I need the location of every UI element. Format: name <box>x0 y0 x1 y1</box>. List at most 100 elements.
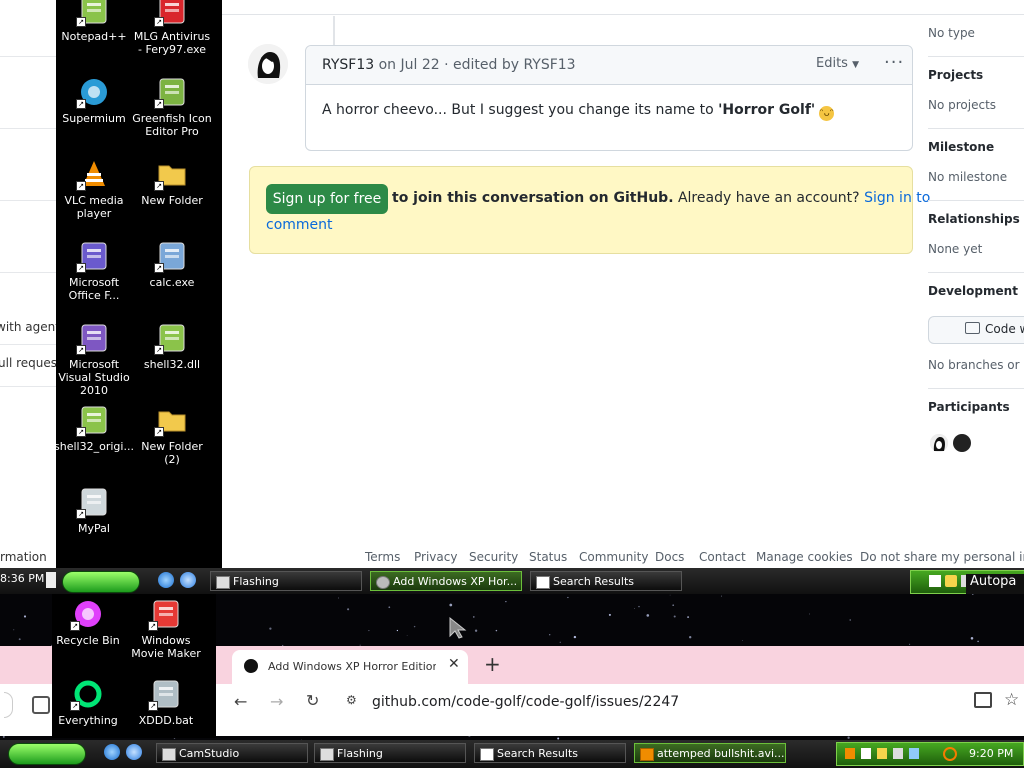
desktop-icon[interactable]: ↗ Supermium <box>54 76 134 125</box>
code-button[interactable]: Code w <box>928 316 1024 344</box>
desktop-icon[interactable]: ↗ Greenfish Icon Editor Pro <box>132 76 212 138</box>
shortcut-arrow-icon: ↗ <box>76 181 86 191</box>
desktop-icon[interactable]: ↗ MyPal <box>54 486 134 535</box>
movie-maker-icon: ↗ <box>148 598 182 631</box>
sign-in-link[interactable]: Sign in to <box>864 190 930 206</box>
desktop-icon[interactable]: ↗ XDDD.bat <box>126 678 206 727</box>
milestone-heading[interactable]: Milestone <box>928 140 994 154</box>
mypal-icon: ↗ <box>76 486 110 519</box>
address-bar[interactable]: ⚙ github.com/code-golf/code-golf/issues/… <box>340 687 1024 717</box>
everything-icon: ↗ <box>70 678 104 711</box>
internet-explorer-icon[interactable] <box>158 572 174 588</box>
footer-link[interactable]: Community <box>579 550 648 564</box>
signup-button[interactable]: Sign up for free <box>266 184 388 214</box>
branches-value: No branches or pu <box>928 358 1024 372</box>
desktop-icon-label: shell32_origi... <box>54 440 134 453</box>
footer-link[interactable]: Docs <box>655 550 684 564</box>
desktop-icon-label: New Folder <box>141 194 203 207</box>
desktop-icon[interactable]: ↗ Microsoft Office F... <box>54 240 134 302</box>
taskbar-button-vlc[interactable]: attemped bullshit.avi... <box>634 743 786 763</box>
shortcut-arrow-icon: ↗ <box>148 701 158 711</box>
sign-in-link-continued[interactable]: comment <box>266 217 333 233</box>
desktop-icon[interactable]: ↗ New Folder <box>132 158 212 207</box>
participant-avatar[interactable] <box>930 434 948 452</box>
desktop-icon[interactable]: ↗ Microsoft Visual Studio 2010 <box>54 322 134 397</box>
clock-top: 8:36 PM <box>0 572 45 585</box>
new-tab-icon[interactable]: + <box>484 652 501 676</box>
sidebar-divider <box>928 388 1024 389</box>
desktop-icon[interactable]: ↗ shell32.dll <box>132 322 212 371</box>
bookmark-star-icon[interactable]: ☆ <box>1004 690 1019 710</box>
tray-icon[interactable] <box>861 748 871 759</box>
desktop-icon[interactable]: ↗ shell32_origi... <box>54 404 134 453</box>
type-value: No type <box>928 26 975 40</box>
shortcut-arrow-icon: ↗ <box>76 345 86 355</box>
tray-icon[interactable] <box>929 575 941 587</box>
desktop-icon[interactable]: ↗ Notepad++ <box>54 0 134 43</box>
extensions-icon[interactable] <box>32 696 50 714</box>
desktop-icon[interactable]: ↗ Windows Movie Maker <box>126 598 206 660</box>
relationships-heading[interactable]: Relationships <box>928 212 1020 226</box>
sidebar-divider <box>928 272 1024 273</box>
desktop-icon[interactable]: ↗ VLC media player <box>54 158 134 220</box>
vlc-tray-icon[interactable] <box>845 748 855 759</box>
browser-tab[interactable]: Add Windows XP Horror Edition ch ✕ <box>232 650 468 684</box>
projects-heading[interactable]: Projects <box>928 68 983 82</box>
desktop-icon[interactable]: ↗ calc.exe <box>132 240 212 289</box>
desktop-icon-label: Microsoft Office F... <box>68 276 120 302</box>
relationships-value: None yet <box>928 242 983 256</box>
comment-author-link[interactable]: RYSF13 <box>322 57 374 73</box>
supermium-icon: ↗ <box>76 76 110 109</box>
shield-icon[interactable] <box>877 748 887 759</box>
comment-box: RYSF13 on Jul 22 · edited by RYSF13 Edit… <box>305 45 913 151</box>
edits-dropdown[interactable]: Edits ▼ <box>816 56 859 71</box>
footer-link[interactable]: Terms <box>365 550 400 564</box>
participant-avatar[interactable] <box>953 434 971 452</box>
development-heading[interactable]: Development <box>928 284 1018 298</box>
taskbar-button-camstudio[interactable]: CamStudio <box>156 743 308 763</box>
left-page-fragment: with agent m ull requests rmation <box>0 0 75 568</box>
footer-link[interactable]: Manage cookies <box>756 550 853 564</box>
desktop-icon[interactable]: ↗ Everything <box>48 678 128 727</box>
tray-icon[interactable] <box>893 748 903 759</box>
start-button[interactable] <box>8 743 86 765</box>
signup-text: to join this conversation on GitHub. Alr… <box>392 190 930 206</box>
shield-icon[interactable] <box>945 575 957 587</box>
taskbar-button-search[interactable]: Search Results <box>530 571 682 591</box>
reload-icon[interactable]: ↻ <box>306 691 319 710</box>
desktop-icon[interactable]: ↗ MLG Antivirus - Fery97.exe <box>132 0 212 56</box>
footer-link[interactable]: Privacy <box>414 550 457 564</box>
site-settings-icon[interactable]: ⚙ <box>346 693 357 707</box>
back-icon[interactable]: ← <box>234 692 247 711</box>
shortcut-arrow-icon: ↗ <box>76 99 86 109</box>
system-tray-bottom: 9:20 PM <box>836 742 1024 766</box>
taskbar-button-flashing[interactable]: Flashing <box>314 743 466 763</box>
shortcut-arrow-icon: ↗ <box>148 621 158 631</box>
footer-link[interactable]: Contact <box>699 550 746 564</box>
desktop-icon[interactable]: ↗ Recycle Bin <box>48 598 128 647</box>
comment-editor-link[interactable]: RYSF13 <box>523 57 575 73</box>
taskbar-button-label: Search Results <box>497 747 579 760</box>
projects-value: No projects <box>928 98 997 112</box>
desktop-icon-label: XDDD.bat <box>138 714 194 727</box>
notepad-plus-icon: ↗ <box>76 0 110 27</box>
footer-link[interactable]: Do not share my personal infor <box>860 550 1024 564</box>
network-icon[interactable] <box>909 748 919 759</box>
taskbar-button-chrome[interactable]: Add Windows XP Hor... <box>370 571 522 591</box>
search-icon[interactable] <box>943 747 957 761</box>
browser-quicklaunch-icon[interactable] <box>126 744 142 760</box>
install-app-icon[interactable] <box>974 692 992 708</box>
taskbar-button-flashing[interactable]: Flashing <box>210 571 362 591</box>
footer-link[interactable]: Status <box>529 550 567 564</box>
internet-explorer-icon[interactable] <box>104 744 120 760</box>
taskbar-button-search[interactable]: Search Results <box>474 743 626 763</box>
footer-link[interactable]: Security <box>469 550 518 564</box>
desktop-icon[interactable]: ↗ New Folder (2) <box>132 404 212 466</box>
browser-quicklaunch-icon[interactable] <box>180 572 196 588</box>
start-button[interactable] <box>62 571 140 593</box>
avatar[interactable] <box>248 44 288 84</box>
shortcut-arrow-icon: ↗ <box>154 17 164 27</box>
more-options-icon[interactable]: ··· <box>884 52 904 73</box>
forward-icon[interactable]: → <box>270 692 283 711</box>
close-tab-icon[interactable]: ✕ <box>448 656 460 672</box>
